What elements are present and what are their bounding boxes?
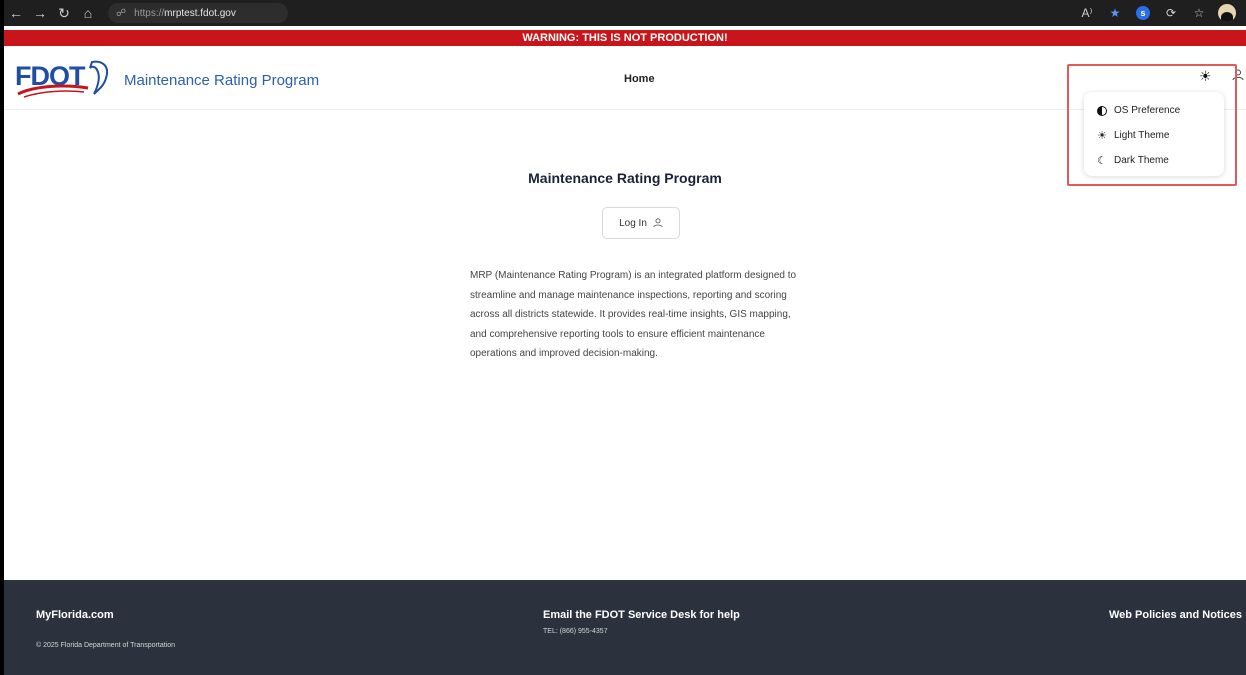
- lock-icon: ☍: [116, 7, 127, 19]
- program-description: MRP (Maintenance Rating Program) is an i…: [470, 270, 797, 359]
- login-button[interactable]: Log In: [602, 207, 680, 239]
- forward-icon[interactable]: →: [28, 1, 52, 25]
- user-icon: [653, 218, 663, 228]
- theme-option-label: Dark Theme: [1114, 155, 1169, 166]
- back-icon[interactable]: ←: [4, 1, 28, 25]
- extension-button[interactable]: s: [1130, 2, 1156, 24]
- half-circle-icon: [1096, 105, 1108, 117]
- site-footer: MyFlorida.com © 2025 Florida Department …: [4, 580, 1246, 675]
- sun-icon: ☀: [1097, 130, 1107, 142]
- myflorida-link[interactable]: MyFlorida.com: [36, 609, 114, 621]
- service-desk-link[interactable]: Email the FDOT Service Desk for help: [543, 609, 740, 621]
- address-bar[interactable]: ☍ https:// mrptest.fdot.gov: [108, 3, 288, 23]
- service-desk-phone: TEL: (866) 955-4357: [543, 628, 608, 635]
- site-title[interactable]: Maintenance Rating Program: [124, 72, 319, 89]
- extension-icon: s: [1136, 6, 1150, 20]
- theme-option-os-preference[interactable]: OS Preference: [1084, 98, 1224, 123]
- theme-option-label: Light Theme: [1114, 130, 1170, 141]
- warning-banner: WARNING: THIS IS NOT PRODUCTION!: [4, 30, 1246, 46]
- web-policies-link[interactable]: Web Policies and Notices: [1109, 609, 1242, 621]
- browser-toolbar: ← → ↻ ⌂ ☍ https:// mrptest.fdot.gov A⁾ ★…: [4, 0, 1246, 26]
- copyright-text: © 2025 Florida Department of Transportat…: [36, 642, 176, 649]
- fdot-logo[interactable]: FDOT: [14, 56, 118, 98]
- profile-button[interactable]: [1214, 2, 1240, 24]
- moon-icon: ☾: [1097, 155, 1107, 167]
- extensions-puzzle-icon[interactable]: ⟳: [1158, 2, 1184, 24]
- home-icon[interactable]: ⌂: [76, 1, 100, 25]
- page: ← → ↻ ⌂ ☍ https:// mrptest.fdot.gov A⁾ ★…: [4, 0, 1246, 675]
- site-header: FDOT Maintenance Rating Program Home ☀: [4, 46, 1246, 110]
- favorites-icon[interactable]: ☆: [1186, 2, 1212, 24]
- page-title: Maintenance Rating Program: [528, 170, 722, 186]
- url-prefix: https://: [134, 7, 165, 19]
- nav-home-link[interactable]: Home: [624, 73, 655, 85]
- theme-dropdown-menu: OS Preference ☀ Light Theme ☾ Dark Theme: [1084, 92, 1224, 176]
- favorite-star-icon[interactable]: ★: [1102, 2, 1128, 24]
- login-button-label: Log In: [619, 217, 647, 229]
- theme-option-label: OS Preference: [1114, 105, 1181, 116]
- profile-avatar: [1218, 4, 1236, 22]
- theme-option-light[interactable]: ☀ Light Theme: [1084, 123, 1224, 148]
- url-host: mrptest.fdot.gov: [164, 7, 236, 19]
- refresh-icon[interactable]: ↻: [52, 1, 76, 25]
- read-aloud-icon[interactable]: A⁾: [1074, 2, 1100, 24]
